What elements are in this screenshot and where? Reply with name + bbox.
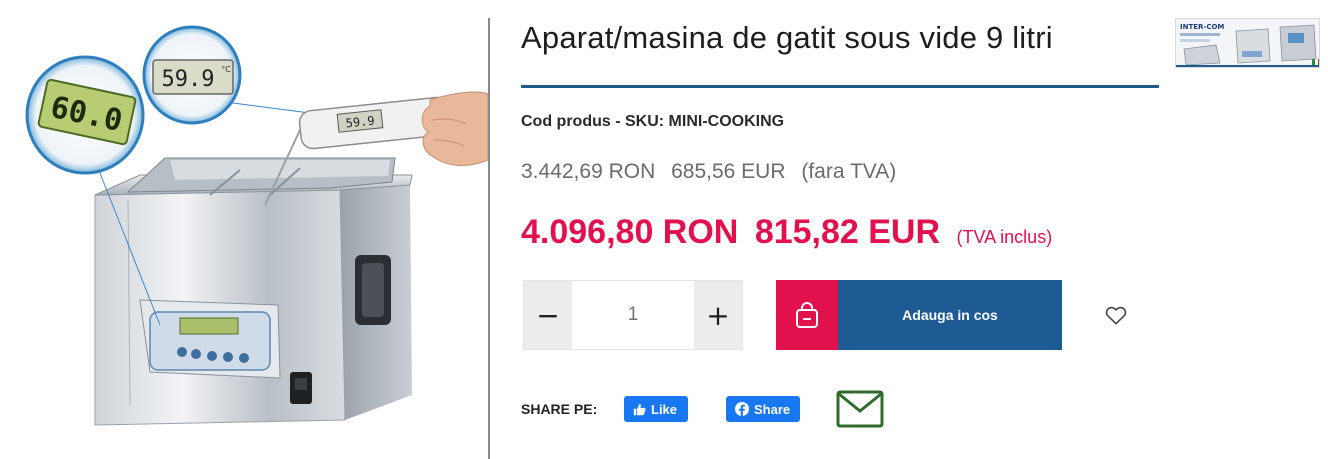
- facebook-share-button[interactable]: Share: [726, 396, 800, 422]
- quantity-decrease-button[interactable]: −: [524, 281, 572, 349]
- product-sku: Cod produs - SKU: MINI-COOKING: [521, 113, 784, 131]
- display-temp-unit: °C: [221, 65, 231, 74]
- heart-icon[interactable]: [1103, 302, 1129, 328]
- price-gross-ron: 4.096,80 RON: [521, 213, 739, 251]
- sku-value: MINI-COOKING: [668, 113, 785, 130]
- vertical-divider: [488, 18, 490, 459]
- price-with-vat: 4.096,80 RON 815,82 EUR (TVA inclus): [521, 213, 1052, 252]
- price-without-vat: 3.442,69 RON 685,56 EUR (fara TVA): [521, 160, 906, 184]
- price-net-note: (fara TVA): [801, 160, 897, 183]
- cart-icon-box: [776, 280, 838, 350]
- shopping-bag-icon: [796, 302, 818, 328]
- facebook-like-label: Like: [651, 401, 678, 417]
- price-gross-eur: 815,82 EUR: [754, 213, 941, 251]
- product-thumbnail[interactable]: INTER-COM: [1175, 18, 1320, 68]
- quantity-input[interactable]: [572, 281, 694, 349]
- thumbnail-brand-text: INTER-COM: [1180, 23, 1224, 31]
- facebook-like-button[interactable]: Like: [624, 396, 688, 422]
- quantity-increase-button[interactable]: +: [694, 281, 742, 349]
- quantity-stepper: − +: [523, 280, 743, 350]
- thumbs-up-icon: [633, 403, 646, 415]
- product-title: Aparat/masina de gatit sous vide 9 litri: [521, 20, 1053, 55]
- facebook-share-label: Share: [754, 401, 791, 417]
- thumbnail-image: INTER-COM: [1176, 19, 1319, 67]
- product-image[interactable]: 60.0 59.9 °C 59.9: [0, 0, 488, 459]
- add-to-cart-button[interactable]: Adauga in cos: [776, 280, 1062, 350]
- add-to-cart-label: Adauga in cos: [838, 280, 1062, 350]
- price-net-eur: 685,56 EUR: [671, 160, 786, 183]
- facebook-icon: [735, 402, 749, 416]
- envelope-icon[interactable]: [836, 390, 884, 428]
- price-gross-note: (TVA inclus): [956, 227, 1053, 247]
- sku-label: Cod produs - SKU:: [521, 113, 665, 130]
- title-underline: [521, 85, 1159, 88]
- price-net-ron: 3.442,69 RON: [521, 160, 656, 183]
- sous-vide-illustration: 60.0 59.9 °C 59.9: [25, 25, 488, 426]
- display-temp-small: 59.9: [162, 67, 215, 92]
- share-label: SHARE PE:: [521, 401, 598, 417]
